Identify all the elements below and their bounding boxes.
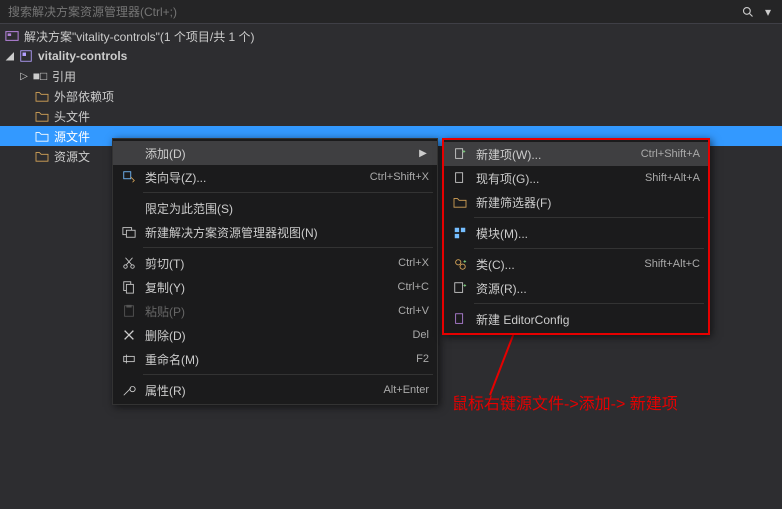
menu-cut-label: 剪切(T) (141, 255, 386, 272)
menu-new-view[interactable]: 新建解决方案资源管理器视图(N) (113, 220, 437, 244)
folder-icon (34, 148, 50, 164)
annotation-text: 鼠标右键源文件->添加-> 新建项 (452, 394, 712, 416)
menu-separator (474, 303, 704, 304)
submenu-new-filter-label: 新建筛选器(F) (472, 194, 700, 211)
shortcut: Ctrl+Shift+X (358, 171, 429, 183)
menu-separator (474, 248, 704, 249)
shortcut: Ctrl+C (386, 281, 429, 293)
external-deps-node[interactable]: 外部依赖项 (0, 86, 782, 106)
new-item-icon (448, 146, 472, 162)
menu-properties-label: 属性(R) (141, 382, 371, 399)
menu-copy-label: 复制(Y) (141, 279, 386, 296)
expander-icon[interactable]: ▷ (18, 70, 30, 82)
menu-add-label: 添加(D) (141, 145, 417, 162)
menu-separator (143, 247, 433, 248)
menu-separator (143, 192, 433, 193)
menu-paste-label: 粘贴(P) (141, 303, 386, 320)
submenu-new-item[interactable]: 新建项(W)... Ctrl+Shift+A (444, 142, 708, 166)
menu-scope-to-this[interactable]: 限定为此范围(S) (113, 196, 437, 220)
solution-node[interactable]: 解决方案"vitality-controls"(1 个项目/共 1 个) (0, 26, 782, 46)
submenu-existing-item-label: 现有项(G)... (472, 170, 633, 187)
shortcut: Del (400, 329, 429, 341)
search-dropdown-icon[interactable]: ▾ (758, 2, 778, 22)
menu-separator (143, 374, 433, 375)
paste-icon (117, 303, 141, 319)
module-icon (448, 225, 472, 241)
external-deps-label: 外部依赖项 (54, 88, 114, 105)
submenu-module-label: 模块(M)... (472, 225, 700, 242)
menu-rename-label: 重命名(M) (141, 351, 404, 368)
project-icon (18, 48, 34, 64)
menu-new-view-label: 新建解决方案资源管理器视图(N) (141, 224, 429, 241)
menu-class-wizard-label: 类向导(Z)... (141, 169, 358, 186)
folder-icon (34, 128, 50, 144)
shortcut: Ctrl+Shift+A (629, 148, 700, 160)
headers-node[interactable]: 头文件 (0, 106, 782, 126)
editorconfig-icon (448, 311, 472, 327)
sources-label: 源文件 (54, 128, 90, 145)
shortcut: Ctrl+X (386, 257, 429, 269)
solution-icon (4, 28, 20, 44)
menu-paste: 粘贴(P) Ctrl+V (113, 299, 437, 323)
menu-rename[interactable]: 重命名(M) F2 (113, 347, 437, 371)
expander-icon[interactable]: ◢ (4, 50, 16, 62)
new-view-icon (117, 224, 141, 240)
solution-explorer-search: ▾ (0, 0, 782, 24)
submenu-new-item-label: 新建项(W)... (472, 146, 629, 163)
resources-label: 资源文 (54, 148, 90, 165)
delete-icon (117, 327, 141, 343)
search-icon[interactable] (738, 2, 758, 22)
search-input[interactable] (4, 5, 738, 19)
add-submenu: 新建项(W)... Ctrl+Shift+A 现有项(G)... Shift+A… (442, 138, 710, 335)
properties-icon (117, 382, 141, 398)
submenu-module[interactable]: 模块(M)... (444, 221, 708, 245)
context-menu: 添加(D) ▶ 类向导(Z)... Ctrl+Shift+X 限定为此范围(S)… (112, 138, 438, 405)
folder-icon (34, 108, 50, 124)
existing-item-icon (448, 170, 472, 186)
rename-icon (117, 351, 141, 367)
solution-label: 解决方案"vitality-controls"(1 个项目/共 1 个) (24, 28, 255, 45)
submenu-editorconfig-label: 新建 EditorConfig (472, 311, 700, 328)
menu-cut[interactable]: 剪切(T) Ctrl+X (113, 251, 437, 275)
shortcut: F2 (404, 353, 429, 365)
project-label: vitality-controls (38, 49, 127, 63)
references-node[interactable]: ▷ ■□ 引用 (0, 66, 782, 86)
headers-label: 头文件 (54, 108, 90, 125)
menu-delete[interactable]: 删除(D) Del (113, 323, 437, 347)
menu-class-wizard[interactable]: 类向导(Z)... Ctrl+Shift+X (113, 165, 437, 189)
menu-separator (474, 217, 704, 218)
project-node[interactable]: ◢ vitality-controls (0, 46, 782, 66)
references-icon: ■□ (32, 68, 48, 84)
submenu-editorconfig[interactable]: 新建 EditorConfig (444, 307, 708, 331)
submenu-new-filter[interactable]: 新建筛选器(F) (444, 190, 708, 214)
cut-icon (117, 255, 141, 271)
class-icon (448, 256, 472, 272)
references-label: 引用 (52, 68, 76, 85)
menu-delete-label: 删除(D) (141, 327, 400, 344)
shortcut: Shift+Alt+C (632, 258, 700, 270)
folder-icon (34, 88, 50, 104)
submenu-existing-item[interactable]: 现有项(G)... Shift+Alt+A (444, 166, 708, 190)
copy-icon (117, 279, 141, 295)
submenu-resource[interactable]: 资源(R)... (444, 276, 708, 300)
shortcut: Alt+Enter (371, 384, 429, 396)
blank-icon (117, 200, 141, 216)
new-filter-icon (448, 194, 472, 210)
submenu-arrow-icon: ▶ (417, 148, 429, 159)
class-wizard-icon (117, 169, 141, 185)
menu-add[interactable]: 添加(D) ▶ (113, 141, 437, 165)
shortcut: Shift+Alt+A (633, 172, 700, 184)
resource-icon (448, 280, 472, 296)
submenu-resource-label: 资源(R)... (472, 280, 700, 297)
menu-properties[interactable]: 属性(R) Alt+Enter (113, 378, 437, 402)
submenu-class[interactable]: 类(C)... Shift+Alt+C (444, 252, 708, 276)
menu-copy[interactable]: 复制(Y) Ctrl+C (113, 275, 437, 299)
menu-scope-label: 限定为此范围(S) (141, 200, 429, 217)
blank-icon (117, 145, 141, 161)
submenu-class-label: 类(C)... (472, 256, 632, 273)
shortcut: Ctrl+V (386, 305, 429, 317)
